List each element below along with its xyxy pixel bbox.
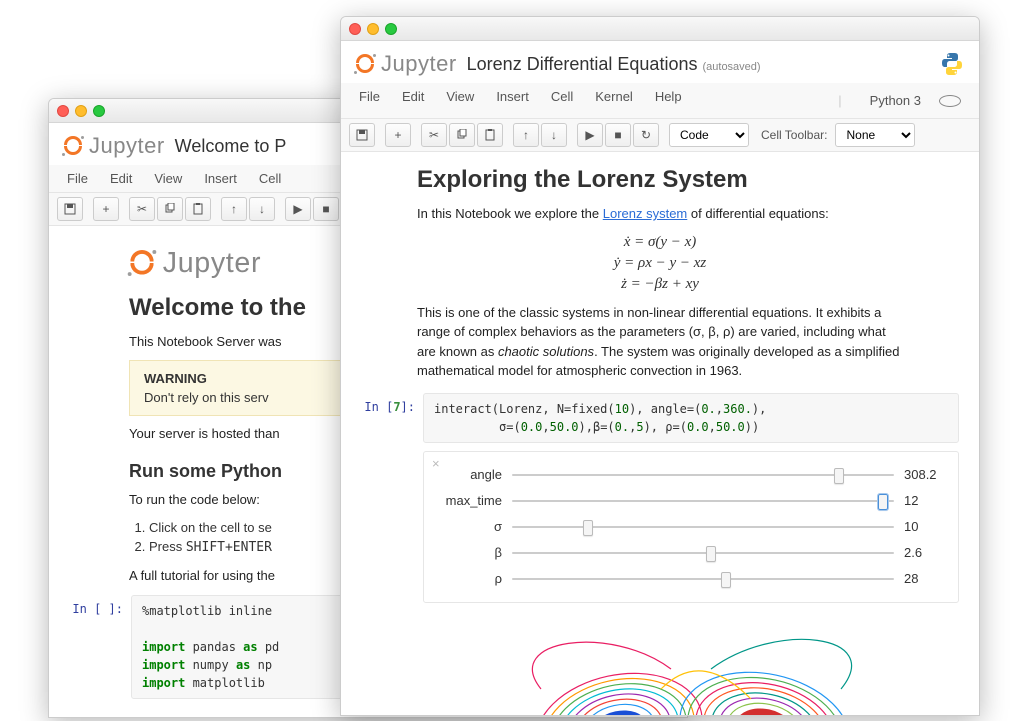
slider-value: 12 [894, 493, 942, 508]
save-button[interactable] [349, 123, 375, 147]
description-paragraph: This is one of the classic systems in no… [417, 303, 903, 381]
slider-thumb[interactable] [721, 572, 731, 588]
menu-edit[interactable]: Edit [392, 85, 434, 116]
menu-file[interactable]: File [349, 85, 390, 116]
notebook-title[interactable]: Welcome to P [175, 136, 287, 157]
jupyter-logo[interactable]: Jupyter [355, 51, 457, 77]
run-button[interactable]: ▶ [577, 123, 603, 147]
menu-cell[interactable]: Cell [541, 85, 583, 116]
front-header: Jupyter Lorenz Differential Equations (a… [341, 41, 979, 83]
interact-widget: × angle 308.2 max_time 12 σ 10 β 2.6 ρ 28 [423, 451, 959, 603]
menu-insert[interactable]: Insert [486, 85, 539, 116]
slider-sigma[interactable]: σ 10 [440, 514, 942, 540]
slider-track[interactable] [512, 498, 894, 504]
run-button[interactable]: ▶ [285, 197, 311, 221]
intro-paragraph: In this Notebook we explore the Lorenz s… [417, 204, 903, 224]
slider-angle[interactable]: angle 308.2 [440, 462, 942, 488]
move-down-button[interactable]: ↓ [249, 197, 275, 221]
close-button[interactable] [349, 23, 361, 35]
slider-value: 2.6 [894, 545, 942, 560]
add-cell-button[interactable]: + [385, 123, 411, 147]
celltoolbar-select[interactable]: None [835, 123, 915, 147]
code-cell[interactable]: In [7]: interact(Lorenz, N=fixed(10), an… [361, 393, 959, 443]
slider-label: σ [440, 519, 512, 534]
slider-beta[interactable]: β 2.6 [440, 540, 942, 566]
menu-insert[interactable]: Insert [194, 167, 247, 190]
move-down-button[interactable]: ↓ [541, 123, 567, 147]
move-up-button[interactable]: ↑ [221, 197, 247, 221]
slider-value: 308.2 [894, 467, 942, 482]
in-prompt: In [ ]: [69, 595, 131, 699]
front-window: Jupyter Lorenz Differential Equations (a… [340, 16, 980, 716]
move-up-button[interactable]: ↑ [513, 123, 539, 147]
menu-edit[interactable]: Edit [100, 167, 142, 190]
slider-label: β [440, 545, 512, 560]
menu-help[interactable]: Help [645, 85, 692, 116]
slider-rho[interactable]: ρ 28 [440, 566, 942, 592]
slider-label: angle [440, 467, 512, 482]
slider-value: 28 [894, 571, 942, 586]
menu-cell[interactable]: Cell [249, 167, 291, 190]
lorenz-system-link[interactable]: Lorenz system [603, 206, 688, 221]
copy-button[interactable] [449, 123, 475, 147]
interrupt-button[interactable]: ■ [313, 197, 339, 221]
slider-track[interactable] [512, 472, 894, 478]
restart-button[interactable]: ↻ [633, 123, 659, 147]
minimize-button[interactable] [75, 105, 87, 117]
jupyter-icon [129, 250, 155, 276]
jupyter-icon [63, 136, 83, 156]
jupyter-icon [355, 54, 375, 74]
slider-label: ρ [440, 571, 512, 586]
front-body: Exploring the Lorenz System In this Note… [341, 152, 979, 716]
front-menubar: File Edit View Insert Cell Kernel Help |… [341, 83, 979, 119]
slider-thumb[interactable] [834, 468, 844, 484]
zoom-button[interactable] [93, 105, 105, 117]
menu-kernel[interactable]: Kernel [585, 85, 643, 116]
slider-label: max_time [440, 493, 512, 508]
slider-track[interactable] [512, 576, 894, 582]
menu-file[interactable]: File [57, 167, 98, 190]
doc-heading: Exploring the Lorenz System [417, 166, 903, 194]
paste-button[interactable] [185, 197, 211, 221]
kernel-status-icon [939, 95, 961, 107]
slider-thumb[interactable] [878, 494, 888, 510]
python-logo-icon [939, 51, 965, 77]
front-titlebar [341, 17, 979, 41]
copy-button[interactable] [157, 197, 183, 221]
slider-thumb[interactable] [583, 520, 593, 536]
close-button[interactable] [57, 105, 69, 117]
front-toolbar: + ✂ ↑ ↓ ▶ ■ ↻ Code Cell Toolbar: None [341, 119, 979, 152]
celltype-select[interactable]: Code [669, 123, 749, 147]
in-prompt: In [7]: [361, 393, 423, 443]
slider-value: 10 [894, 519, 942, 534]
slider-max_time[interactable]: max_time 12 [440, 488, 942, 514]
zoom-button[interactable] [385, 23, 397, 35]
widget-close-button[interactable]: × [432, 456, 440, 471]
lorenz-plot [423, 619, 959, 717]
minimize-button[interactable] [367, 23, 379, 35]
cut-button[interactable]: ✂ [129, 197, 155, 221]
kernel-indicator[interactable]: |Python 3 [818, 85, 971, 116]
equations-block: ẋ = σ(y − x) ẏ = ρx − y − xz ż = −βz + x… [417, 232, 903, 295]
paste-button[interactable] [477, 123, 503, 147]
code-input[interactable]: interact(Lorenz, N=fixed(10), angle=(0.,… [423, 393, 959, 443]
save-button[interactable] [57, 197, 83, 221]
slider-track[interactable] [512, 550, 894, 556]
celltoolbar-label: Cell Toolbar: [751, 128, 833, 142]
slider-thumb[interactable] [706, 546, 716, 562]
notebook-title[interactable]: Lorenz Differential Equations (autosaved… [467, 54, 761, 75]
add-cell-button[interactable]: + [93, 197, 119, 221]
cut-button[interactable]: ✂ [421, 123, 447, 147]
slider-track[interactable] [512, 524, 894, 530]
interrupt-button[interactable]: ■ [605, 123, 631, 147]
menu-view[interactable]: View [144, 167, 192, 190]
menu-view[interactable]: View [436, 85, 484, 116]
jupyter-logo[interactable]: Jupyter [63, 133, 165, 159]
